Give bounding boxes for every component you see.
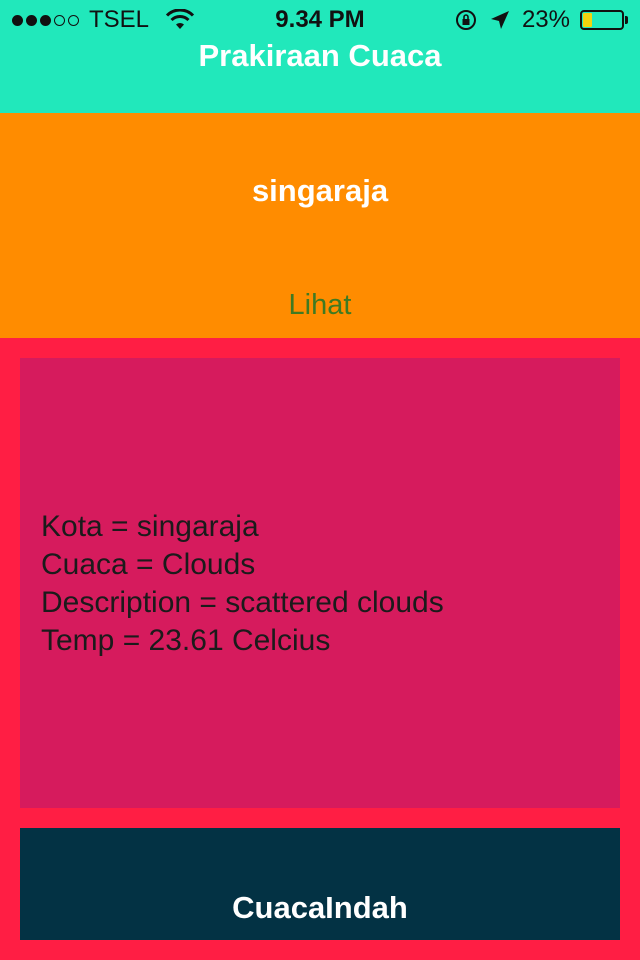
view-button[interactable]: Lihat	[220, 285, 420, 325]
status-bar: TSEL 9.34 PM 23%	[0, 0, 640, 40]
search-section: Lihat	[0, 113, 640, 338]
app-header: TSEL 9.34 PM 23% Prakiraan Cuaca	[0, 0, 640, 113]
footer-label: CuacaIndah	[232, 890, 408, 925]
battery-percent: 23%	[521, 6, 570, 33]
location-arrow-icon	[490, 11, 509, 29]
weather-result-panel: Kota = singaraja Cuaca = Clouds Descript…	[20, 358, 620, 808]
result-line-city: Kota = singaraja	[41, 510, 259, 543]
app-footer: CuacaIndah	[20, 828, 620, 940]
status-right: 23%	[454, 6, 628, 34]
city-input[interactable]	[0, 171, 640, 211]
page-title: Prakiraan Cuaca	[198, 38, 442, 73]
battery-icon	[580, 10, 628, 30]
rotation-lock-icon	[455, 10, 476, 30]
result-line-weather: Cuaca = Clouds	[41, 548, 256, 581]
result-line-temperature: Temp = 23.61 Celcius	[41, 624, 331, 657]
weather-result-text: Kota = singaraja Cuaca = Clouds Descript…	[41, 508, 444, 660]
result-line-description: Description = scattered clouds	[41, 586, 444, 619]
battery-level-fill	[583, 13, 592, 27]
